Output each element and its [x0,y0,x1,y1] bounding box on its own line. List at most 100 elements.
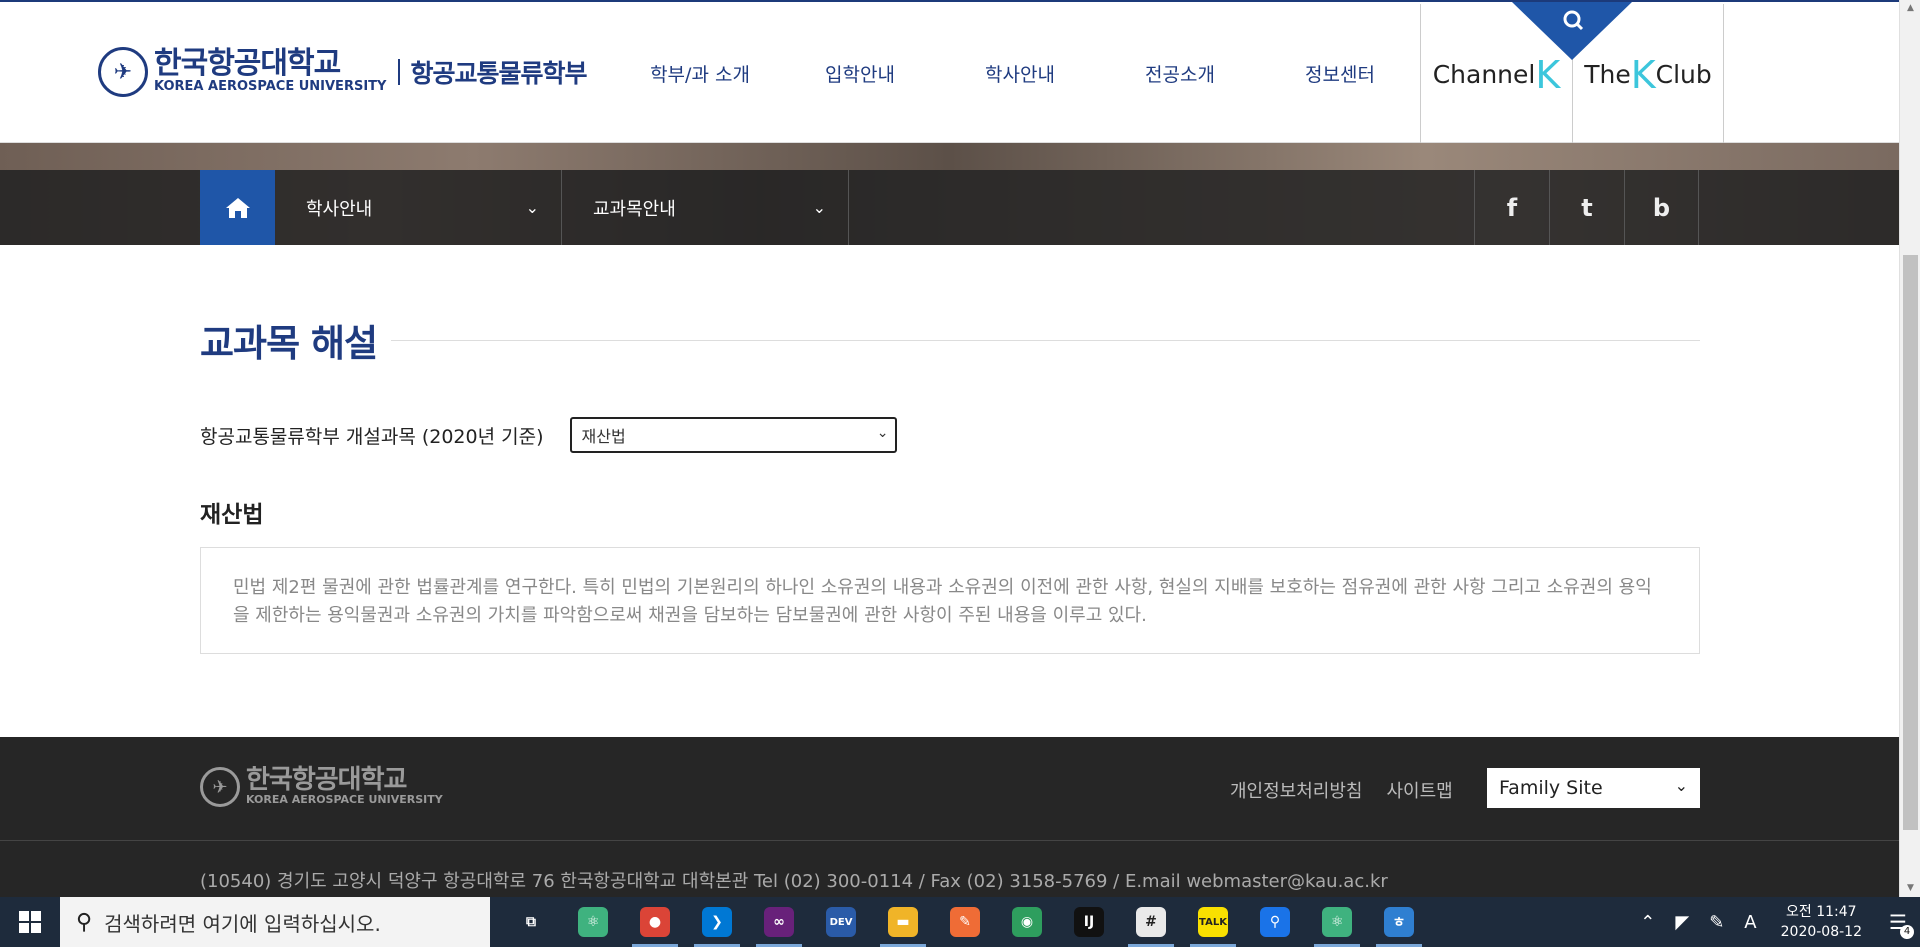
location-icon: ⚲ [1260,907,1290,937]
course-select-value: 재산법 [581,427,626,446]
course-filter: 항공교통물류학부 개설과목 (2020년 기준) 재산법 ⌄ [200,417,897,453]
nav-item-department[interactable]: 학부/과 소개 [620,60,780,87]
taskbar-app-maps[interactable]: ◉ [996,897,1058,947]
club-label-pre: The [1584,60,1631,89]
taskbar-search-placeholder: 검색하려면 여기에 입력하십시오. [104,911,381,936]
intellij-icon: IJ [1074,907,1104,937]
taskbar-app-file-explorer[interactable]: ▬ [872,897,934,947]
dropdown-academic[interactable]: 학사안내 ⌄ [275,170,562,245]
channel-k-label: Channel [1432,60,1536,89]
windows-taskbar: ⚲ 검색하려면 여기에 입력하십시오. ⧉ ⚛ ● ❯ ∞ DEV ▬ ✎ ◉ IJ # TALK ⚲ ⚛… [0,897,1920,947]
dropdown-academic-label: 학사안내 [306,198,373,220]
clock-date: 2020-08-12 [1780,924,1862,940]
windows-logo-icon [19,911,41,933]
taskbar-search[interactable]: ⚲ 검색하려면 여기에 입력하십시오. [60,897,490,947]
banner-photo [0,143,1899,170]
title-divider [391,339,1700,341]
nav-item-major[interactable]: 전공소개 [1100,60,1260,87]
chevron-down-icon: ⌄ [525,198,539,217]
page-scrollbar[interactable]: ▲ ▼ [1899,0,1920,897]
family-site-label: Family Site [1499,777,1603,799]
taskbar-app-intellij[interactable]: IJ [1058,897,1120,947]
footer-emblem-icon: ✈ [200,767,240,807]
scroll-thumb[interactable] [1903,255,1918,830]
task-view-icon: ⧉ [526,914,536,930]
hwp-icon: ㅎ [1384,907,1414,937]
action-center-button[interactable]: ☰ 4 [1876,897,1920,947]
taskbar-app-visual-studio[interactable]: ∞ [748,897,810,947]
chrome-icon: ● [640,907,670,937]
course-filter-label: 항공교통물류학부 개설과목 (2020년 기준) [200,425,544,448]
kakaotalk-icon: TALK [1198,907,1228,937]
taskbar-app-vscode[interactable]: ❯ [686,897,748,947]
chevron-up-icon[interactable]: ⌃ [1640,912,1655,933]
vscode-icon: ❯ [702,907,732,937]
home-icon [225,197,250,218]
pen-icon[interactable]: ✎ [1709,912,1724,933]
club-label-post: Club [1655,60,1712,89]
start-button[interactable] [0,897,60,947]
search-icon: ⚲ [76,909,93,935]
taskbar-app-kakaotalk[interactable]: TALK [1182,897,1244,947]
atom-icon: ⚛ [578,907,608,937]
subject-description: 민법 제2편 물권에 관한 법률관계를 연구한다. 특히 민법의 기본원리의 하… [200,547,1700,654]
course-select[interactable]: 재산법 ⌄ [569,417,897,453]
dropdown-course-guide-label: 교과목안내 [593,198,676,220]
slack-icon: # [1136,907,1166,937]
nav-item-info-center[interactable]: 정보센터 [1260,60,1420,87]
footer-address: (10540) 경기도 고양시 덕양구 항공대학로 76 한국항공대학교 대학본… [200,871,1388,892]
network-icon[interactable]: ◤ [1675,912,1689,933]
ime-indicator[interactable]: A [1744,912,1756,933]
chevron-down-icon: ⌄ [812,198,826,217]
logo-kor: 한국항공대학교 [154,46,341,81]
nav-item-admission[interactable]: 입학안내 [780,60,940,87]
university-emblem-icon: ✈ [98,47,148,97]
taskbar-app-location[interactable]: ⚲ [1244,897,1306,947]
logo-eng: KOREA AEROSPACE UNIVERSITY [154,79,387,94]
blog-icon: b [1652,193,1671,222]
scroll-down-arrow-icon[interactable]: ▼ [1900,880,1920,897]
footer-divider [0,840,1899,841]
taskbar-app-atom2[interactable]: ⚛ [1306,897,1368,947]
maps-icon: ◉ [1012,907,1042,937]
twitter-share-button[interactable]: t [1549,170,1624,245]
facebook-icon: f [1506,193,1518,222]
page-title: 교과목 해설 [200,322,378,365]
taskbar-apps: ⧉ ⚛ ● ❯ ∞ DEV ▬ ✎ ◉ IJ # TALK ⚲ ⚛ ㅎ [500,897,1430,947]
taskbar-app-atom[interactable]: ⚛ [562,897,624,947]
home-button[interactable] [200,170,275,245]
visual-studio-icon: ∞ [764,907,794,937]
channel-k-accent: K [1535,52,1561,97]
sitemap-link[interactable]: 사이트맵 [1386,777,1452,803]
family-site-select[interactable]: Family Site ⌄ [1487,768,1700,808]
club-k-accent: K [1630,52,1656,97]
blog-share-button[interactable]: b [1624,170,1699,245]
footer-logo: ✈ 한국항공대학교 KOREA AEROSPACE UNIVERSITY [200,767,443,807]
taskbar-app-task-view[interactable]: ⧉ [500,897,562,947]
facebook-share-button[interactable]: f [1474,170,1549,245]
site-footer: ✈ 한국항공대학교 KOREA AEROSPACE UNIVERSITY 개인정… [0,737,1899,897]
taskbar-app-devexpress[interactable]: DEV [810,897,872,947]
taskbar-app-postman[interactable]: ✎ [934,897,996,947]
scroll-up-arrow-icon[interactable]: ▲ [1900,0,1920,17]
subject-title: 재산법 [200,502,264,528]
taskbar-app-slack[interactable]: # [1120,897,1182,947]
clock[interactable]: 오전 11:47 2020-08-12 [1781,902,1862,942]
footer-logo-eng: KOREA AEROSPACE UNIVERSITY [246,793,443,806]
dept-name[interactable]: 항공교통물류학부 [410,54,587,90]
nav-item-academic[interactable]: 학사안내 [940,60,1100,87]
twitter-icon: t [1581,193,1593,222]
privacy-policy-link[interactable]: 개인정보처리방침 [1230,777,1362,803]
taskbar-app-hwp[interactable]: ㅎ [1368,897,1430,947]
taskbar-app-chrome[interactable]: ● [624,897,686,947]
dropdown-course-guide[interactable]: 교과목안내 ⌄ [562,170,849,245]
browser-viewport: ✈ 한국항공대학교 KOREA AEROSPACE UNIVERSITY 항공교… [0,0,1899,897]
file-explorer-icon: ▬ [888,907,918,937]
logo-text: 한국항공대학교 KOREA AEROSPACE UNIVERSITY [154,49,386,95]
hero-banner: 학사안내 ⌄ 교과목안내 ⌄ f t b [0,143,1899,245]
search-button[interactable] [1512,2,1632,60]
main-nav: 학부/과 소개 입학안내 학사안내 전공소개 정보센터 [620,60,1420,87]
notification-badge: 4 [1900,925,1914,939]
search-icon [1512,2,1632,60]
university-logo[interactable]: ✈ 한국항공대학교 KOREA AEROSPACE UNIVERSITY 항공교… [98,47,587,97]
